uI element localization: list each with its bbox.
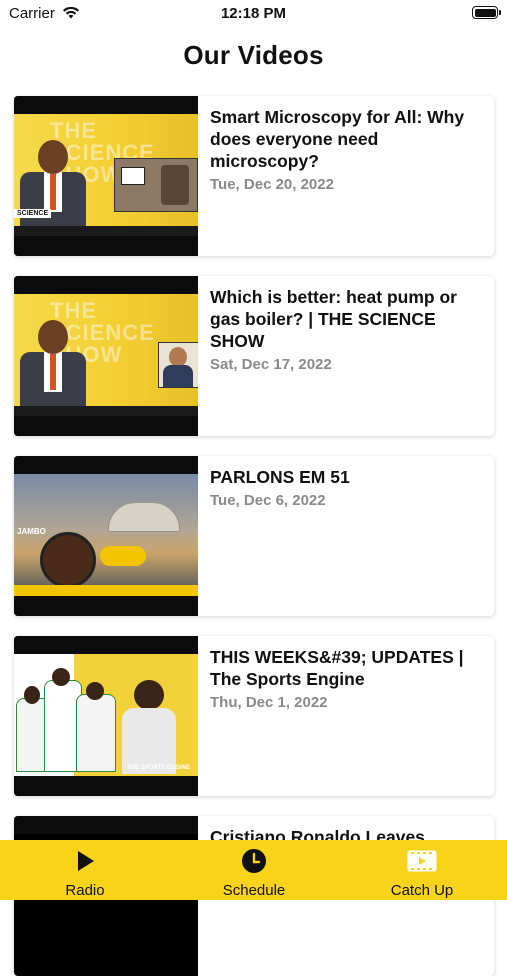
- clock-time: 12:18 PM: [220, 5, 287, 22]
- status-bar: Carrier 12:18 PM: [0, 0, 507, 30]
- video-thumbnail: THE SCIENCE SHOW SCIENCE: [14, 96, 198, 256]
- page-title: Our Videos: [183, 40, 324, 70]
- video-date: Thu, Dec 1, 2022: [210, 694, 328, 711]
- video-date: Sat, Dec 17, 2022: [210, 356, 332, 373]
- thumbnail-chip: JAMBO: [17, 527, 46, 536]
- video-title: Smart Microscopy for All: Why does every…: [210, 107, 465, 171]
- tab-radio[interactable]: Radio: [15, 840, 155, 900]
- video-thumbnail: JAMBO: [14, 456, 198, 616]
- tab-label: Schedule: [222, 882, 286, 899]
- video-card[interactable]: THE SCIENCE SHOW Which is better: heat p…: [14, 276, 494, 436]
- video-card[interactable]: THE SCIENCE SHOW SCIENCE Smart Microscop…: [14, 96, 494, 256]
- video-title: PARLONS EM 51: [210, 467, 350, 487]
- tab-catch-up[interactable]: Catch Up: [352, 840, 492, 900]
- video-thumbnail: THE SPORTS ENGINE: [14, 636, 198, 796]
- video-date: Tue, Dec 20, 2022: [210, 176, 334, 193]
- video-card[interactable]: JAMBO PARLONS EM 51 Tue, Dec 6, 2022: [14, 456, 494, 616]
- thumbnail-chip: THE SPORTS ENGINE: [127, 765, 191, 771]
- thumbnail-chip: SCIENCE: [14, 209, 52, 218]
- tab-schedule[interactable]: Schedule: [184, 840, 324, 900]
- battery-icon: [472, 6, 501, 19]
- film-icon: [407, 850, 437, 872]
- video-title: THIS WEEKS&#39; UPDATES | The Sports Eng…: [210, 647, 464, 689]
- tab-label: Radio: [65, 882, 105, 899]
- play-icon: [78, 851, 94, 871]
- video-title: Which is better: heat pump or gas boiler…: [210, 287, 457, 351]
- tab-label: Catch Up: [390, 882, 454, 899]
- video-thumbnail: THE SCIENCE SHOW: [14, 276, 198, 436]
- tab-bar: Radio Schedule Catch Up: [0, 840, 507, 900]
- video-date: Tue, Dec 6, 2022: [210, 492, 326, 509]
- video-card[interactable]: THE SPORTS ENGINE THIS WEEKS&#39; UPDATE…: [14, 636, 494, 796]
- clock-icon: [242, 849, 266, 873]
